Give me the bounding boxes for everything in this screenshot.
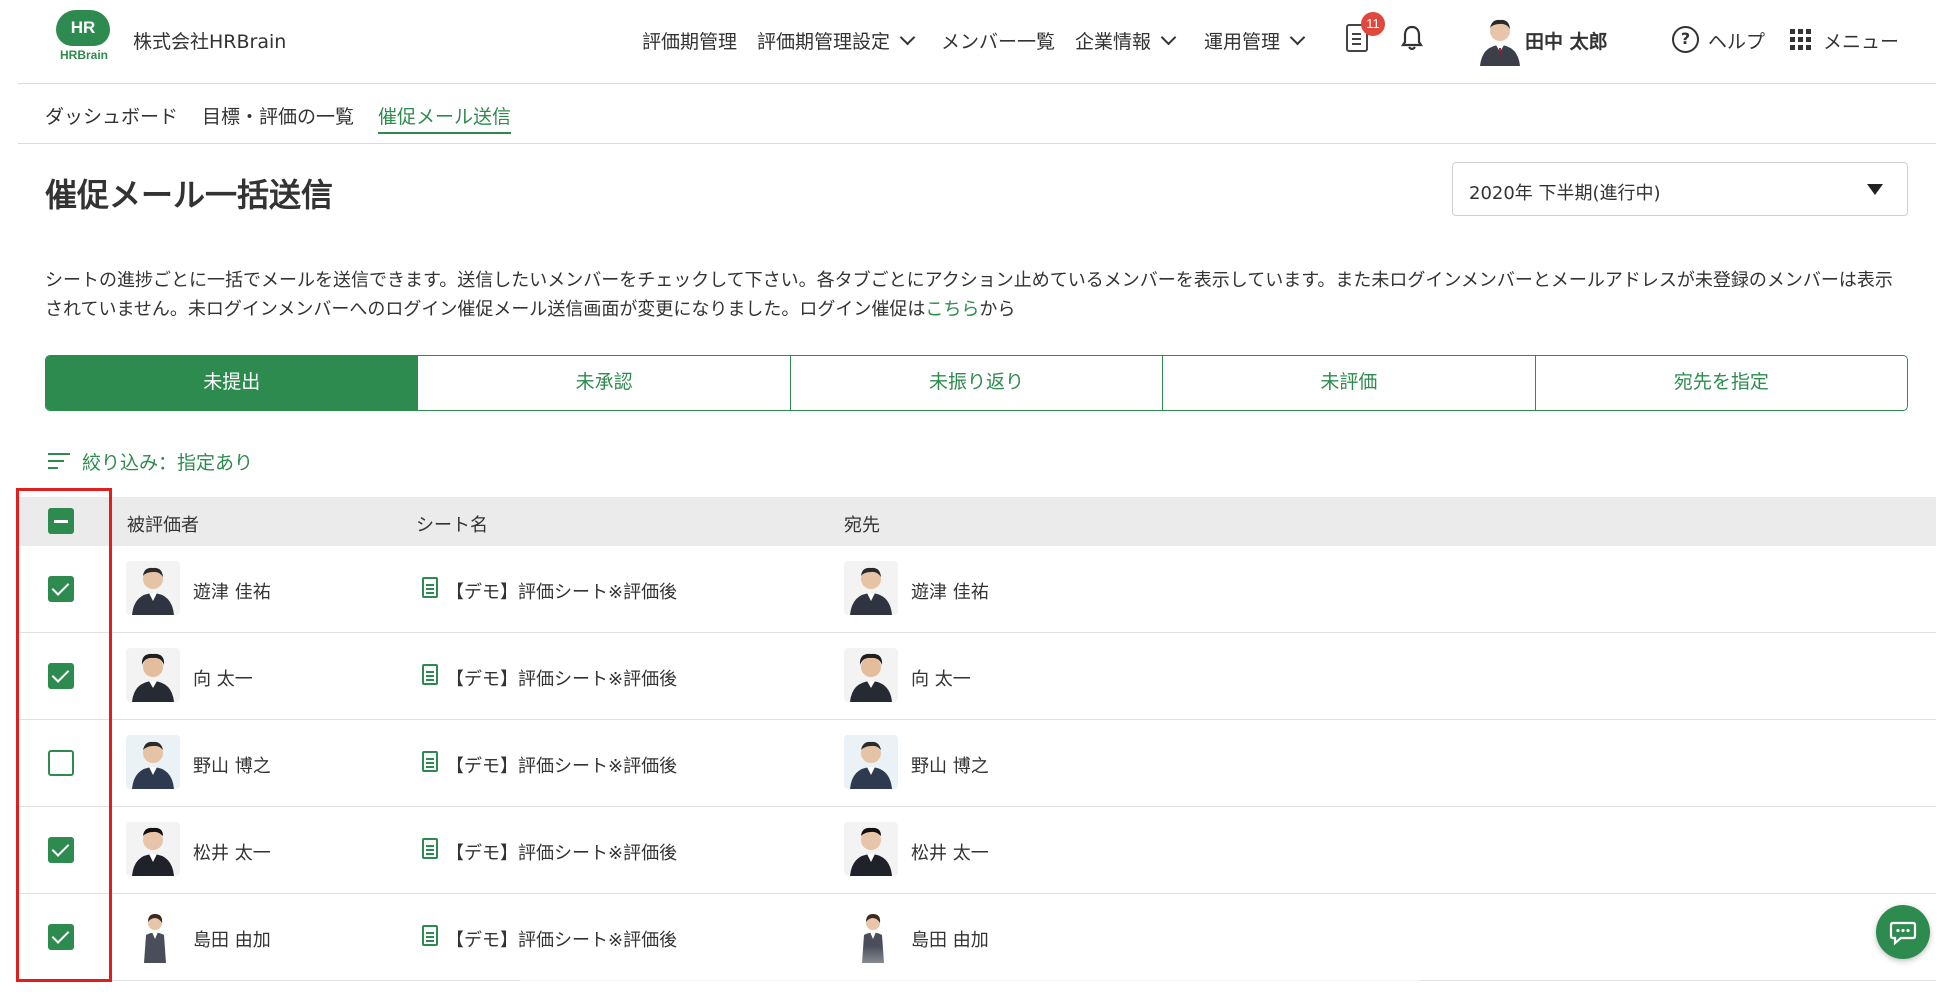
avatar	[844, 822, 898, 876]
nav-member-list[interactable]: メンバー一覧	[941, 27, 1055, 54]
recipient-name: 向 太一	[911, 669, 971, 690]
chevron-down-icon	[1160, 29, 1177, 46]
hrbrain-logo[interactable]: HR HRBrain	[56, 10, 110, 68]
company-name: 株式会社HRBrain	[133, 31, 287, 53]
nav-company-info[interactable]: 企業情報	[1075, 27, 1177, 54]
help-link[interactable]: ヘルプ	[1708, 27, 1765, 54]
logo-wordmark: HRBrain	[59, 48, 108, 62]
filter-toggle[interactable]: 絞り込み：指定あり	[48, 448, 253, 475]
table-row: 松井 太一 【デモ】評価シート※評価後 松井 太一	[18, 807, 1936, 894]
menu-link[interactable]: メニュー	[1823, 27, 1899, 54]
breadcrumb-divider	[18, 143, 1936, 144]
period-select[interactable]: 2020年 下半期(進行中)	[1452, 162, 1908, 216]
nav-label: メンバー一覧	[941, 31, 1056, 53]
table-row: 遊津 佳祐 【デモ】評価シート※評価後 遊津 佳祐	[18, 546, 1936, 633]
evaluatee-name: 向 太一	[193, 669, 253, 690]
nav-label: 評価期管理設定	[757, 31, 891, 53]
members-table: 被評価者 シート名 宛先 遊津 佳祐 【デモ】評価シート※評価後 遊津 佳祐 向…	[18, 497, 1936, 981]
description-suffix: から	[979, 299, 1016, 320]
avatar	[126, 561, 180, 615]
chevron-down-icon	[1289, 29, 1306, 46]
column-header-evaluatee: 被評価者	[127, 515, 199, 536]
help-icon[interactable]: ?	[1672, 26, 1699, 53]
notification-badge: 11	[1361, 12, 1385, 36]
evaluatee-name: 松井 太一	[193, 843, 271, 864]
recipient-name: 野山 博之	[911, 756, 989, 777]
grid-menu-icon[interactable]	[1790, 29, 1811, 50]
bell-icon[interactable]	[1400, 24, 1424, 52]
table-row: 向 太一 【デモ】評価シート※評価後 向 太一	[18, 633, 1936, 720]
document-icon	[422, 577, 438, 598]
nav-label: 企業情報	[1075, 31, 1152, 53]
breadcrumb-goals-list[interactable]: 目標・評価の一覧	[202, 102, 354, 134]
sheet-name[interactable]: 【デモ】評価シート※評価後	[446, 578, 677, 604]
tab-specify-recipient[interactable]: 宛先を指定	[1535, 356, 1907, 410]
filter-label: 絞り込み：指定あり	[82, 452, 254, 474]
evaluatee-name: 島田 由加	[193, 930, 271, 951]
document-icon	[422, 925, 438, 946]
tab-not-approved[interactable]: 未承認	[418, 356, 791, 410]
checkbox-column-highlight	[16, 488, 112, 982]
evaluatee-name: 遊津 佳祐	[193, 582, 271, 603]
tab-not-evaluated[interactable]: 未評価	[1163, 356, 1536, 410]
tab-not-submitted[interactable]: 未提出	[46, 356, 419, 410]
user-name[interactable]: 田中 太郎	[1525, 27, 1608, 54]
sheet-name[interactable]: 【デモ】評価シート※評価後	[446, 665, 677, 691]
nav-label: 評価期管理	[642, 31, 738, 53]
document-icon	[422, 664, 438, 685]
scroll-fade	[520, 946, 1420, 996]
caret-down-icon	[1867, 184, 1883, 195]
nav-evaluation-settings[interactable]: 評価期管理設定	[757, 27, 916, 54]
avatar	[844, 735, 898, 789]
logo-mark: HR	[56, 10, 110, 46]
avatar	[844, 648, 898, 702]
nav-operations[interactable]: 運用管理	[1204, 27, 1306, 54]
recipient-name: 松井 太一	[911, 843, 989, 864]
column-header-sheet: シート名	[416, 515, 488, 536]
tab-not-reflected[interactable]: 未振り返り	[790, 356, 1164, 410]
chevron-down-icon	[899, 29, 916, 46]
page-title: 催促メール一括送信	[45, 176, 334, 214]
evaluatee-name: 野山 博之	[193, 756, 271, 777]
table-row: 野山 博之 【デモ】評価シート※評価後 野山 博之	[18, 720, 1936, 807]
filter-icon	[48, 452, 70, 472]
page-description: シートの進捗ごとに一括でメールを送信できます。送信したいメンバーをチェックして下…	[45, 266, 1905, 324]
avatar	[126, 648, 180, 702]
period-select-value: 2020年 下半期(進行中)	[1469, 183, 1661, 204]
column-header-recipient: 宛先	[844, 515, 880, 536]
sheet-name[interactable]: 【デモ】評価シート※評価後	[446, 752, 677, 778]
avatar	[126, 822, 180, 876]
header-divider	[18, 83, 1936, 84]
breadcrumb: ダッシュボード 目標・評価の一覧 催促メール送信	[45, 102, 535, 134]
chat-support-button[interactable]	[1876, 905, 1930, 959]
document-icon	[422, 838, 438, 859]
login-reminder-link[interactable]: こちら	[925, 299, 979, 320]
avatar	[844, 561, 898, 615]
app-header: HR HRBrain 株式会社HRBrain 評価期管理 評価期管理設定 メンバ…	[0, 0, 1948, 84]
avatar	[126, 735, 180, 789]
breadcrumb-reminder-mail[interactable]: 催促メール送信	[378, 102, 512, 134]
status-tabs: 未提出 未承認 未振り返り 未評価 宛先を指定	[45, 355, 1908, 411]
sheet-name[interactable]: 【デモ】評価シート※評価後	[446, 839, 677, 865]
nav-evaluation-period[interactable]: 評価期管理	[642, 27, 737, 54]
nav-label: 運用管理	[1204, 31, 1281, 53]
document-icon	[422, 751, 438, 772]
chat-bubble-icon	[1889, 921, 1917, 946]
breadcrumb-dashboard[interactable]: ダッシュボード	[45, 102, 178, 134]
avatar	[126, 909, 180, 963]
user-avatar[interactable]	[1478, 16, 1522, 66]
table-header: 被評価者 シート名 宛先	[18, 497, 1936, 546]
recipient-name: 遊津 佳祐	[911, 582, 989, 603]
